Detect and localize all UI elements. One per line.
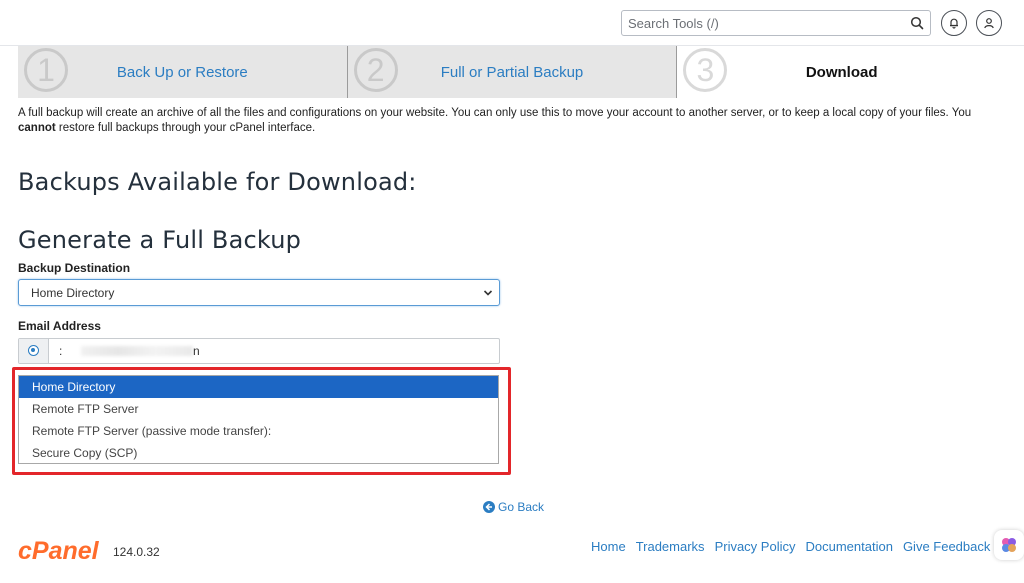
step-label[interactable]: Back Up or Restore [18,64,347,81]
backup-wizard-steps: 1 Back Up or Restore 2 Full or Partial B… [18,46,1007,98]
email-radio[interactable] [28,345,39,356]
step-label: Download [805,64,878,81]
email-address-field[interactable]: : n [18,338,500,364]
cpanel-logo[interactable]: cPanel [18,536,113,566]
step-label[interactable]: Full or Partial Backup [348,64,677,81]
brain-icon [1002,538,1016,552]
step-back-up-or-restore[interactable]: 1 Back Up or Restore [18,46,348,98]
step-full-or-partial-backup[interactable]: 2 Full or Partial Backup [347,46,678,98]
option-home-directory[interactable]: Home Directory [19,376,498,398]
backup-destination-select[interactable]: Home Directory [18,279,500,306]
footer-links: Home Trademarks Privacy Policy Documenta… [591,539,990,554]
notifications-button[interactable] [941,10,967,36]
backup-destination-value: Home Directory [31,286,115,300]
user-menu-button[interactable] [976,10,1002,36]
backups-available-heading: Backups Available for Download: [18,168,417,196]
intro-emphasis: cannot [18,122,56,134]
full-backup-description: A full backup will create an archive of … [18,106,1008,136]
search-tools[interactable] [621,10,931,36]
cpanel-logo-text: cPanel [18,537,100,565]
user-icon [984,18,994,29]
cpanel-version: 124.0.32 [113,545,160,559]
email-value-start: : [59,344,63,358]
email-radio-cell [19,339,49,363]
footer-link-privacy-policy[interactable]: Privacy Policy [715,539,796,554]
backup-destination-label: Backup Destination [18,261,131,275]
option-secure-copy-scp[interactable]: Secure Copy (SCP) [19,442,498,464]
arrow-left-circle-icon [483,501,495,513]
footer-link-home[interactable]: Home [591,539,626,554]
footer-link-trademarks[interactable]: Trademarks [636,539,705,554]
backup-destination-options[interactable]: Home Directory Remote FTP Server Remote … [18,375,499,464]
top-bar [0,0,1024,46]
step-download: 3 Download [677,46,1007,98]
email-value-end: n [193,344,200,358]
bell-icon [950,18,958,29]
footer-link-give-feedback[interactable]: Give Feedback [903,539,990,554]
go-back-label[interactable]: Go Back [498,500,544,514]
redacted-email [81,346,193,356]
intro-text-end: restore full backups through your cPanel… [55,122,316,134]
generate-full-backup-heading: Generate a Full Backup [18,226,302,254]
option-remote-ftp-server[interactable]: Remote FTP Server [19,398,498,420]
search-icon[interactable] [910,16,924,30]
email-address-label: Email Address [18,319,101,333]
footer-link-documentation[interactable]: Documentation [805,539,892,554]
search-input[interactable] [622,11,902,35]
chevron-down-icon [483,290,493,296]
option-remote-ftp-passive[interactable]: Remote FTP Server (passive mode transfer… [19,420,498,442]
go-back-link[interactable]: Go Back [483,500,544,514]
assistant-button[interactable] [994,530,1024,560]
intro-text: A full backup will create an archive of … [18,107,972,119]
